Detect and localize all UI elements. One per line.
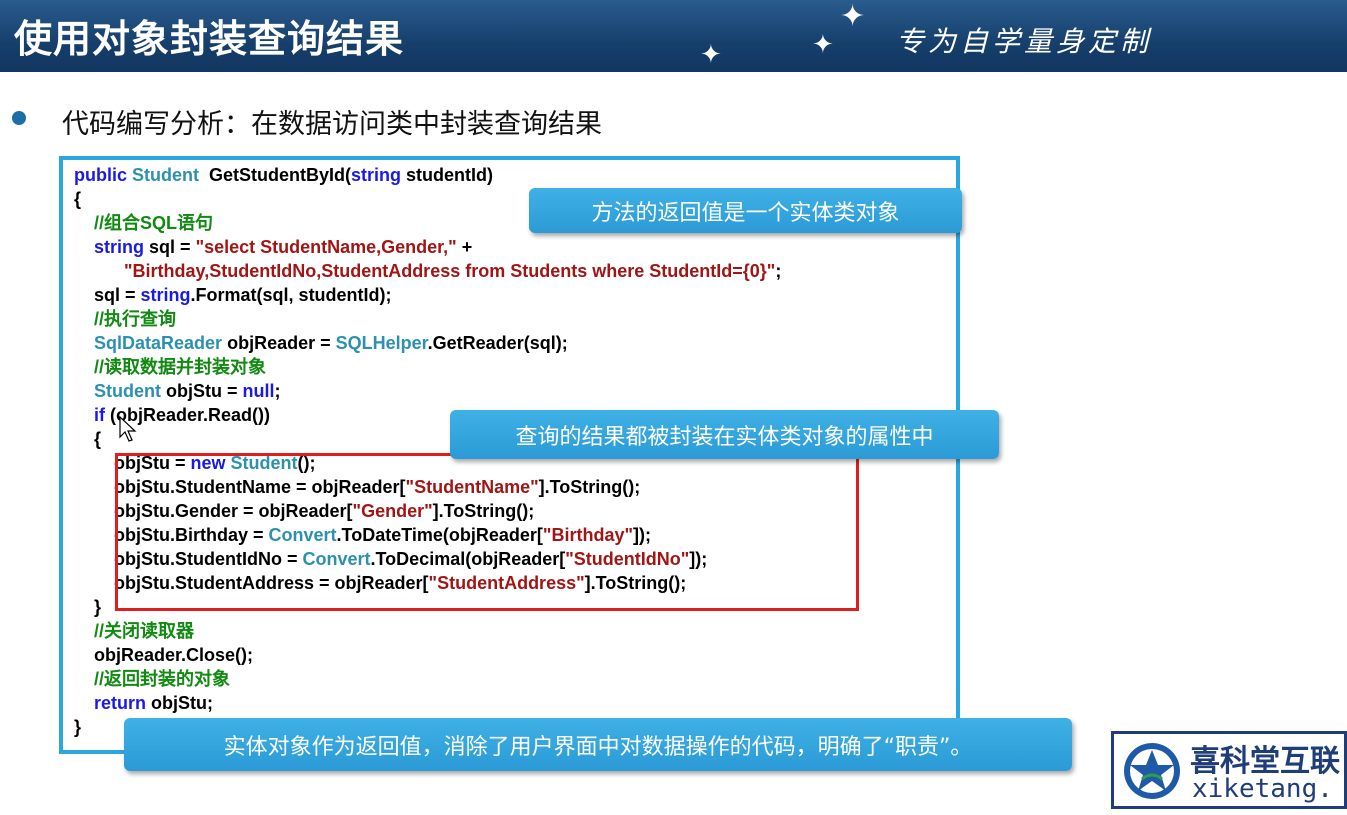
callout-return-value: 方法的返回值是一个实体类对象 (529, 188, 962, 233)
code-line: //执行查询 (74, 307, 781, 331)
mouse-cursor-icon (119, 416, 137, 442)
code-token: } (74, 717, 82, 737)
code-token: studentId) (401, 165, 494, 185)
brand-logo: 喜科堂互联 xiketang. (1111, 731, 1347, 809)
code-line: return objStu; (74, 691, 781, 715)
code-token: "select StudentName,Gender," (195, 237, 457, 257)
code-token: objStu; (146, 693, 214, 713)
code-token: //关闭读取器 (94, 621, 195, 641)
code-token: objStu = (161, 381, 243, 401)
code-token: { (74, 429, 102, 449)
code-line: string sql = "select StudentName,Gender,… (74, 235, 781, 259)
star-icon: ✦ (840, 0, 866, 34)
highlight-box (115, 453, 859, 611)
code-token: string (94, 237, 145, 257)
code-line: "Birthday,StudentIdNo,StudentAddress fro… (74, 259, 781, 283)
code-token: ; (775, 261, 782, 281)
code-token: objReader.Close(); (74, 645, 254, 665)
code-token: Student (132, 165, 199, 185)
code-token: string (140, 285, 191, 305)
code-token: { (74, 189, 82, 209)
code-line: Student objStu = null; (74, 379, 781, 403)
callout-encapsulated: 查询的结果都被封装在实体类对象的属性中 (450, 410, 999, 459)
logo-name-en: xiketang. (1192, 774, 1333, 804)
code-token: SqlDataReader (94, 333, 223, 353)
code-token: //读取数据并封装对象 (94, 357, 267, 377)
code-token: "Birthday,StudentIdNo,StudentAddress fro… (124, 261, 776, 281)
star-icon: ✦ (700, 40, 722, 70)
code-line: SqlDataReader objReader = SQLHelper.GetR… (74, 331, 781, 355)
code-token: Student (94, 381, 162, 401)
code-token: objReader = (222, 333, 336, 353)
code-token: GetStudentById( (199, 165, 351, 185)
code-line: //关闭读取器 (74, 619, 781, 643)
slide-title: 使用对象封装查询结果 (14, 17, 405, 61)
code-line: sql = string.Format(sql, studentId); (74, 283, 781, 307)
code-line: //读取数据并封装对象 (74, 355, 781, 379)
code-token: sql = (144, 237, 196, 257)
slide-header: 使用对象封装查询结果 ✦ ✦ ✦ 专为自学量身定制 (0, 0, 1347, 72)
slogan: 专为自学量身定制 (896, 25, 1153, 58)
bullet-text: 代码编写分析：在数据访问类中封装查询结果 (62, 109, 602, 140)
bullet-icon (12, 111, 26, 125)
code-token: //返回封装的对象 (94, 669, 231, 689)
code-token: null (242, 381, 275, 401)
star-emblem-icon (1124, 743, 1180, 799)
code-token: sql = (74, 285, 141, 305)
star-icon: ✦ (812, 30, 834, 60)
code-token: .GetReader(sql); (427, 333, 568, 353)
code-token: ; (274, 381, 281, 401)
code-token: //组合SQL语句 (94, 213, 214, 233)
code-token: public (74, 165, 132, 185)
code-token: .Format(sql, studentId); (190, 285, 392, 305)
code-token: + (456, 237, 473, 257)
code-token: if (94, 405, 106, 425)
code-token: return (94, 693, 147, 713)
code-token: } (74, 597, 102, 617)
code-token: SQLHelper (335, 333, 428, 353)
code-token: //执行查询 (94, 309, 177, 329)
callout-summary: 实体对象作为返回值，消除了用户界面中对数据操作的代码，明确了“职责”。 (124, 718, 1072, 771)
code-line: objReader.Close(); (74, 643, 781, 667)
code-line: public Student GetStudentById(string stu… (74, 163, 781, 187)
code-token: string (351, 165, 402, 185)
code-line: //返回封装的对象 (74, 667, 781, 691)
